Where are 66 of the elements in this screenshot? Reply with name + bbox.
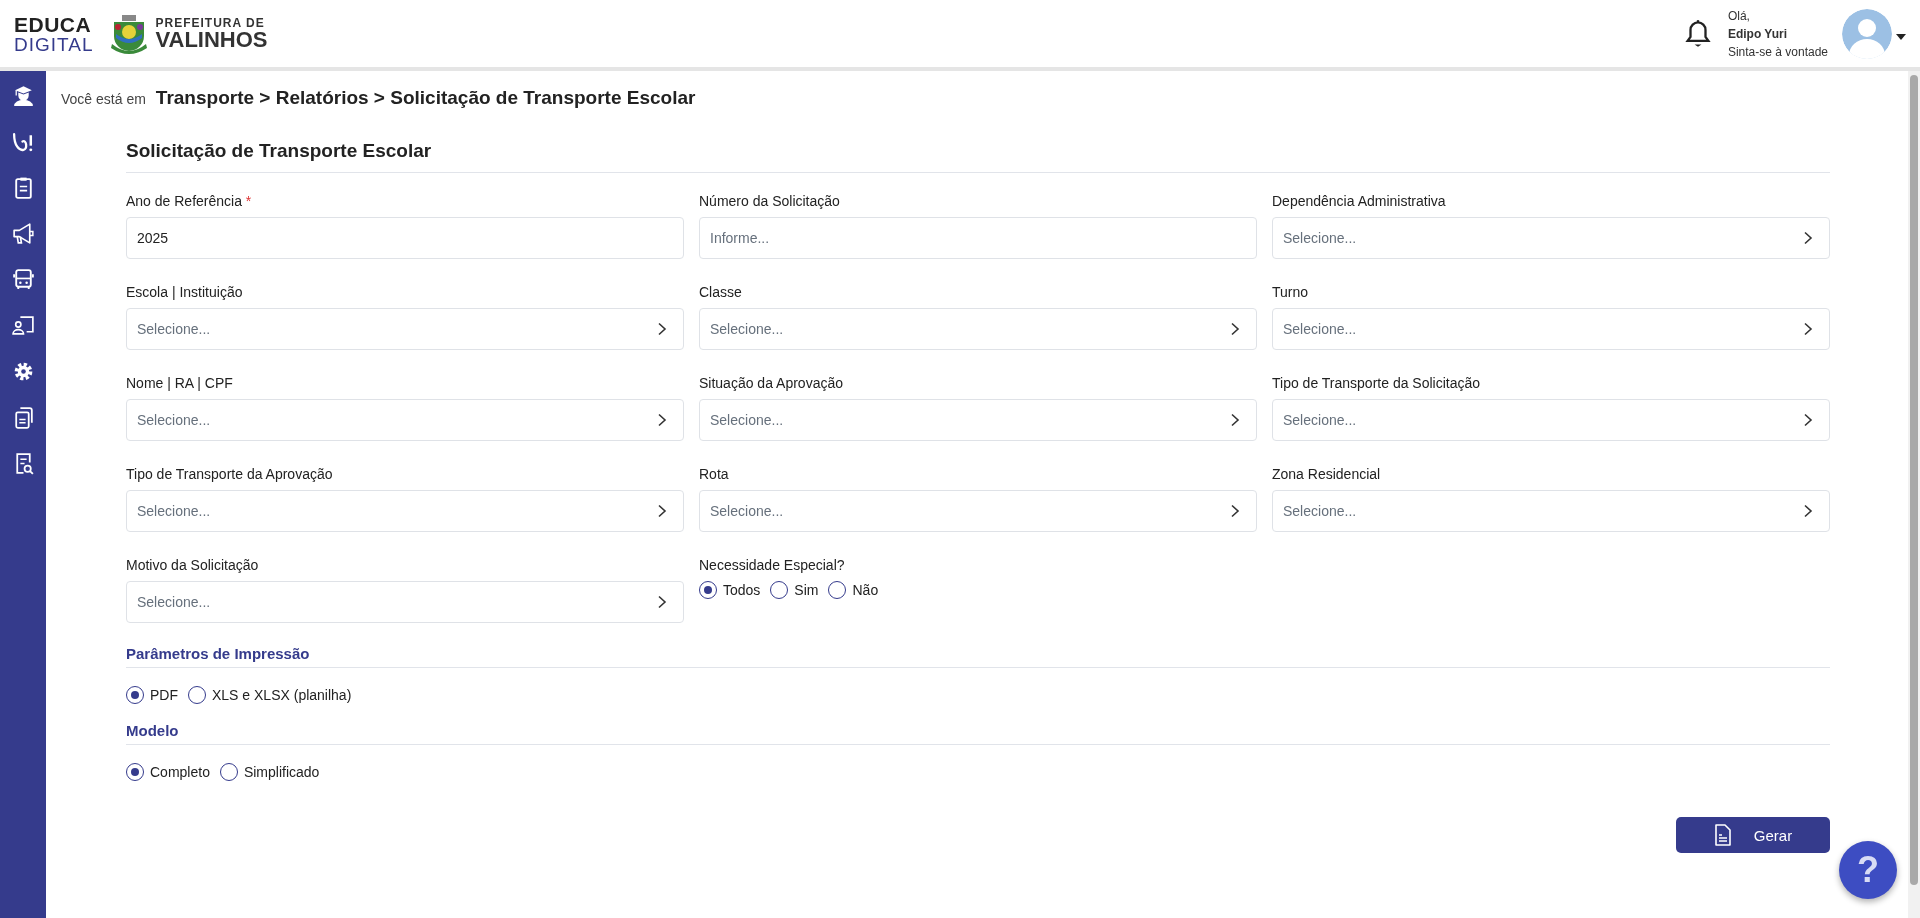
chevron-icon: [1803, 231, 1813, 245]
field-label: Turno: [1272, 284, 1310, 302]
chevron-icon: [1230, 504, 1240, 518]
form-title: Solicitação de Transporte Escolar: [126, 111, 1830, 173]
field-label: Classe: [699, 284, 743, 302]
field-label: Dependência Administrativa: [1272, 193, 1447, 211]
radio-label: PDF: [150, 687, 178, 703]
bell-icon[interactable]: [1683, 18, 1712, 49]
breadcrumb-prefix: Você está em: [61, 91, 146, 107]
chevron-icon: [1803, 322, 1813, 336]
generate-button[interactable]: Gerar: [1676, 817, 1830, 853]
field-label: Número da Solicitação: [699, 193, 841, 211]
select-field[interactable]: Selecione...: [126, 581, 684, 623]
chevron-icon: [1803, 504, 1813, 518]
field-label: Rota: [699, 466, 730, 484]
radio-label: Simplificado: [243, 764, 320, 780]
user-subtitle: Sinta-se à vontade: [1727, 43, 1828, 61]
select-field[interactable]: Selecione...: [1272, 490, 1830, 532]
city-logo-text: PREFEITURA DE: [155, 16, 266, 29]
chevron-icon: [657, 413, 667, 427]
field-label: Situação da Aprovação: [699, 375, 844, 393]
select-field[interactable]: Selecione...: [1272, 399, 1830, 441]
select-field[interactable]: Selecione...: [126, 490, 684, 532]
chevron-icon: [1230, 322, 1240, 336]
bus-icon[interactable]: [10, 267, 36, 292]
field-label: Motivo da Solicitação: [126, 557, 260, 575]
select-field[interactable]: Selecione...: [699, 308, 1257, 350]
chevron-icon: [657, 595, 667, 609]
help-button[interactable]: ?: [1839, 841, 1897, 899]
brand-logo-text: DIGITAL: [14, 34, 94, 54]
field-label: Tipo de Transporte da Solicitação: [1272, 375, 1482, 393]
greeting-text: Olá,: [1727, 7, 1751, 25]
chevron-icon: [1230, 413, 1240, 427]
select-field[interactable]: Selecione...: [1272, 217, 1830, 259]
section-title: Modelo: [126, 722, 1830, 745]
field-label: Nome | RA | CPF: [126, 375, 234, 393]
section-title: Parâmetros de Impressão: [126, 645, 1830, 668]
select-field[interactable]: Selecione...: [699, 399, 1257, 441]
select-field[interactable]: Selecione...: [699, 490, 1257, 532]
chevron-icon: [657, 322, 667, 336]
radio-label: Não: [852, 582, 879, 598]
select-field[interactable]: Selecione...: [126, 399, 684, 441]
select-field[interactable]: Selecione...: [126, 308, 684, 350]
radio-label: Sim: [794, 582, 819, 598]
radio-label: Completo: [150, 764, 210, 780]
field-label: Necessidade Especial?: [699, 557, 846, 575]
megaphone-icon[interactable]: [10, 221, 36, 246]
chevron-icon: [1803, 413, 1813, 427]
teacher-board-icon[interactable]: [10, 313, 36, 338]
field-label: Tipo de Transporte da Aprovação: [126, 466, 334, 484]
field-label: Zona Residencial: [1272, 466, 1382, 484]
breadcrumb-path: Transporte > Relatórios > Solicitação de Transporte Escolar: [155, 87, 696, 109]
select-field[interactable]: Selecione...: [1272, 308, 1830, 350]
radio-label: XLS e XLSX (planilha): [212, 687, 352, 703]
input-field[interactable]: Informe...: [699, 217, 1257, 259]
document-icon: [1713, 824, 1732, 846]
user-name: Edipo Yuri: [1727, 25, 1789, 43]
chevron-icon: [657, 504, 667, 518]
input-field[interactable]: 2025: [126, 217, 684, 259]
crest-icon: [109, 13, 148, 54]
field-label: Ano de Referência *: [126, 193, 253, 211]
caret-icon[interactable]: [1896, 32, 1906, 41]
radio-label: Todos: [723, 582, 761, 598]
brand-logo-text: EDUCA: [14, 13, 93, 35]
field-label: Escola | Instituição: [126, 284, 244, 302]
city-logo-text: VALINHOS: [155, 28, 268, 51]
